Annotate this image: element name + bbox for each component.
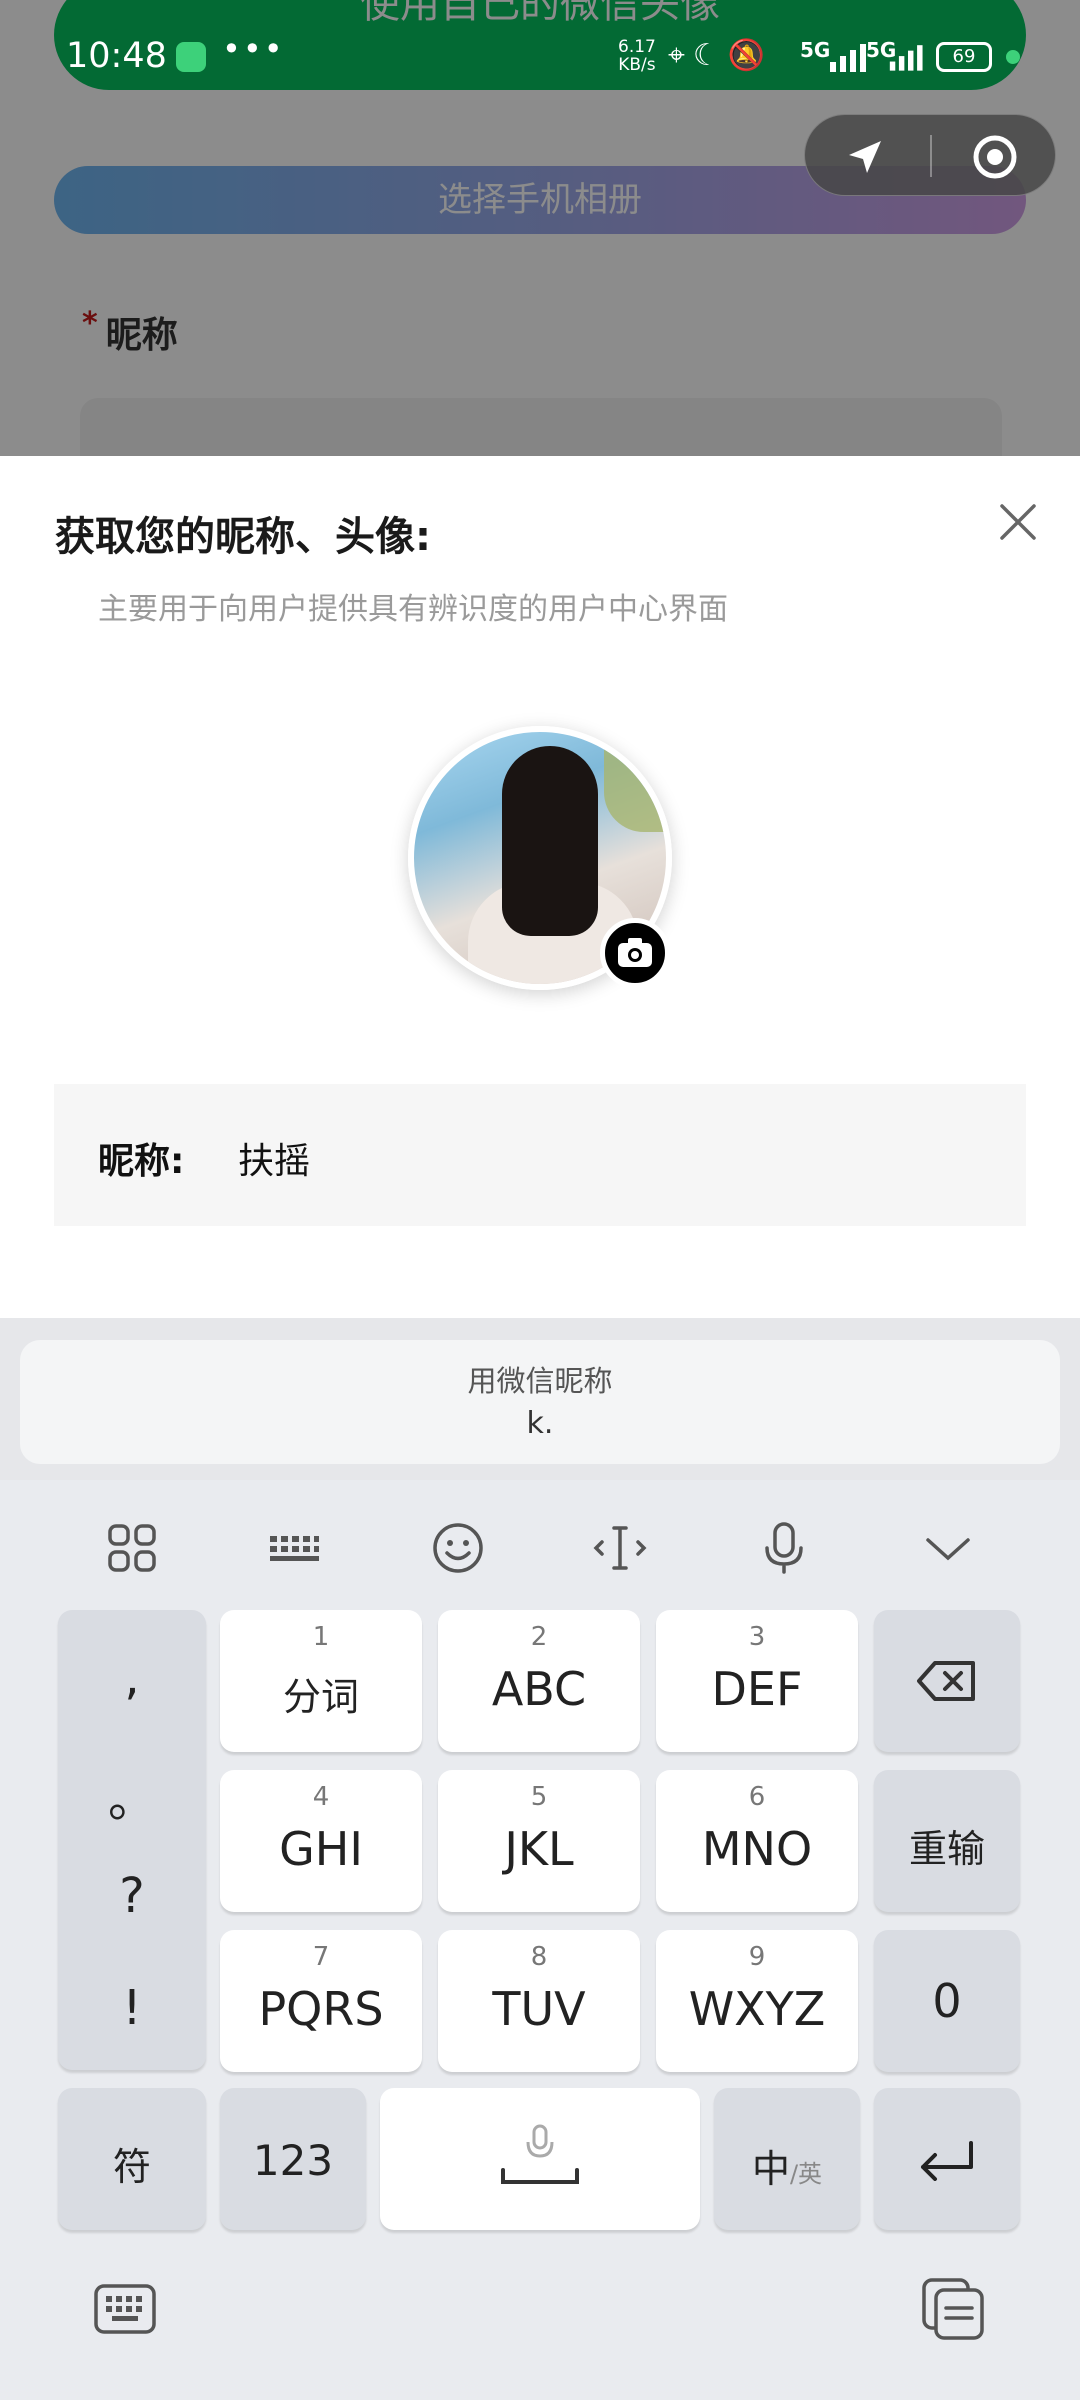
lang-alt-label: /英	[789, 2160, 823, 2188]
suggestion-title: 用微信昵称	[467, 1364, 613, 1398]
dialog-subtitle: 主要用于向用户提供具有辨识度的用户中心界面	[98, 592, 728, 627]
key-abc[interactable]: 2 ABC	[438, 1610, 640, 1752]
space-key[interactable]	[380, 2088, 700, 2230]
dialog-title: 获取您的昵称、头像:	[55, 514, 431, 560]
suggestion-bar: 用微信昵称 k.	[0, 1318, 1080, 1480]
network-speed-value: 6.17	[618, 37, 656, 57]
battery-icon: 69	[936, 42, 992, 72]
more-notifications-icon: •••	[222, 30, 285, 68]
enter-key[interactable]	[874, 2088, 1020, 2230]
key-tuv[interactable]: 8 TUV	[438, 1930, 640, 2072]
wechat-notification-icon	[176, 42, 206, 72]
zero-key[interactable]: 0	[874, 1930, 1020, 2072]
apps-grid-icon[interactable]	[100, 1516, 164, 1580]
keyboard: , 。 ? ! 1 分词 2 ABC 3 DEF 4 GHI 5 JKL 6 M…	[0, 1480, 1080, 2400]
emoji-icon[interactable]	[426, 1516, 490, 1580]
nickname-row: 昵称: 扶摇	[54, 1084, 1026, 1226]
backspace-icon	[917, 1661, 975, 1701]
location-moon-mute-icons: ⌖☾🔕	[668, 38, 774, 73]
network-speed: 6.17 KB/s	[618, 38, 656, 74]
key-mno[interactable]: 6 MNO	[656, 1770, 858, 1912]
key-pqrs[interactable]: 7 PQRS	[220, 1930, 422, 2072]
space-mic-icon	[501, 2124, 579, 2184]
camera-icon[interactable]	[600, 918, 670, 988]
location-arrow-icon[interactable]	[841, 133, 889, 181]
punctuation-column[interactable]: , 。 ? !	[58, 1610, 206, 2070]
punct-question[interactable]: ?	[58, 1868, 206, 1924]
status-bar: 10:48 ••• 6.17 KB/s ⌖☾🔕 5G 5G 69	[0, 28, 1080, 88]
close-icon[interactable]	[990, 494, 1046, 550]
profile-dialog: 获取您的昵称、头像: 主要用于向用户提供具有辨识度的用户中心界面 昵称: 扶摇	[0, 456, 1080, 1318]
language-switch-key[interactable]: 中/英	[714, 2088, 860, 2230]
backspace-key[interactable]	[874, 1610, 1020, 1752]
key-wxyz[interactable]: 9 WXYZ	[656, 1930, 858, 2072]
privacy-indicator-icon	[1006, 50, 1020, 64]
nickname-label: 昵称:	[98, 1141, 185, 1182]
close-miniprogram-icon[interactable]	[971, 133, 1019, 181]
symbols-key[interactable]: 符	[58, 2088, 206, 2230]
enter-icon	[921, 2141, 973, 2181]
keyboard-switch-icon[interactable]	[92, 2276, 158, 2342]
signal-bars-2-icon	[889, 45, 923, 71]
nickname-input[interactable]: 扶摇	[238, 1132, 938, 1184]
keyboard-layout-icon[interactable]	[262, 1516, 326, 1580]
punct-exclamation[interactable]: !	[58, 1980, 206, 2036]
network-speed-unit: KB/s	[618, 55, 656, 75]
network-type-1: 5G	[800, 38, 831, 62]
clipboard-icon[interactable]	[920, 2276, 986, 2342]
key-def[interactable]: 3 DEF	[656, 1610, 858, 1752]
punct-period[interactable]: 。	[58, 1760, 206, 1830]
cursor-edit-icon[interactable]	[588, 1516, 652, 1580]
key-fenci[interactable]: 1 分词	[220, 1610, 422, 1752]
hide-keyboard-chevron-icon[interactable]	[916, 1516, 980, 1580]
capsule-divider	[930, 135, 932, 177]
miniprogram-capsule	[804, 114, 1056, 196]
use-wechat-nickname-suggestion[interactable]: 用微信昵称 k.	[20, 1340, 1060, 1464]
status-time: 10:48	[66, 36, 167, 76]
reinput-key[interactable]: 重输	[874, 1770, 1020, 1912]
key-ghi[interactable]: 4 GHI	[220, 1770, 422, 1912]
suggestion-value: k.	[526, 1406, 554, 1441]
punct-comma[interactable]: ,	[58, 1650, 206, 1706]
lang-main-label: 中	[751, 2147, 790, 2191]
microphone-icon[interactable]	[752, 1516, 816, 1580]
key-jkl[interactable]: 5 JKL	[438, 1770, 640, 1912]
numbers-key[interactable]: 123	[220, 2088, 366, 2230]
